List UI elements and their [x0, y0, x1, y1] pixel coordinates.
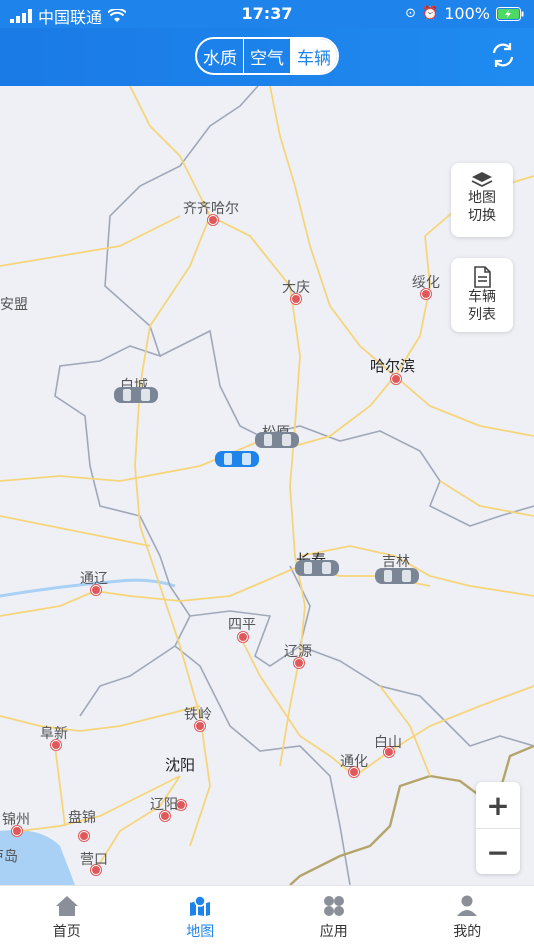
segment-water[interactable]: 水质: [197, 39, 244, 73]
zoom-controls: + −: [476, 782, 520, 874]
map-layer-switch-button[interactable]: 地图 切换: [451, 163, 513, 237]
city-label: 白山: [374, 732, 402, 752]
zoom-out-button[interactable]: −: [476, 829, 520, 875]
battery-percent: 100%: [444, 4, 490, 23]
city-label: 辽源: [284, 641, 312, 661]
city-label: 大庆: [282, 277, 310, 297]
city-label: 营口: [80, 849, 108, 869]
refresh-icon[interactable]: [488, 40, 518, 70]
battery-icon: [496, 7, 524, 21]
vehicle-list-line2: 列表: [468, 306, 496, 324]
city-label: 四平: [228, 614, 256, 634]
zoom-in-button[interactable]: +: [476, 782, 520, 829]
vehicle-marker[interactable]: [113, 385, 159, 405]
map-icon: [188, 895, 212, 917]
tab-apps[interactable]: 应用: [267, 886, 401, 951]
city-label: 哈尔滨: [370, 355, 415, 376]
bottom-tab-bar: 首页 地图 应用 我的: [0, 885, 534, 951]
city-label: 芦岛: [0, 846, 18, 866]
layer-switch-line1: 地图: [468, 189, 496, 207]
city-label: 铁岭: [184, 704, 212, 724]
status-bar: 中国联通 17:37 ⊙ ⏰ 100%: [0, 0, 534, 28]
city-label: 阜新: [40, 723, 68, 743]
layers-icon: [471, 171, 493, 189]
tab-label: 我的: [453, 921, 481, 941]
category-segmented-control: 水质 空气 车辆: [195, 37, 339, 75]
city-label: 辽阳: [150, 794, 178, 814]
tab-label: 地图: [186, 921, 214, 941]
status-right: ⊙ ⏰ 100%: [405, 4, 524, 23]
city-label: 盘锦: [68, 807, 96, 827]
city-label: 绥化: [412, 272, 440, 292]
alarm-icon: ⏰: [422, 6, 438, 21]
vehicle-marker[interactable]: [294, 558, 340, 578]
city-dot: [79, 831, 89, 841]
tab-label: 首页: [53, 921, 81, 941]
map-view[interactable]: 齐齐哈尔 大庆 绥化 哈尔滨 白城 松原 长春 吉林 通辽 四平 辽源 铁岭 沈…: [0, 86, 534, 885]
tab-home[interactable]: 首页: [0, 886, 134, 951]
document-list-icon: [472, 266, 492, 288]
vehicle-marker-active[interactable]: [214, 449, 260, 469]
orientation-lock-icon: ⊙: [405, 6, 416, 21]
segment-air[interactable]: 空气: [244, 39, 291, 73]
apps-icon: [322, 895, 346, 917]
city-label: 锦州: [2, 809, 30, 829]
vehicle-marker[interactable]: [254, 430, 300, 450]
layer-switch-line2: 切换: [468, 207, 496, 225]
city-label: 通辽: [80, 568, 108, 588]
segment-vehicle[interactable]: 车辆: [291, 39, 337, 73]
tab-map[interactable]: 地图: [134, 886, 268, 951]
app-header: 水质 空气 车辆: [0, 28, 534, 86]
city-label: 沈阳: [165, 754, 195, 775]
profile-icon: [455, 895, 479, 917]
tab-label: 应用: [320, 921, 348, 941]
tab-profile[interactable]: 我的: [401, 886, 534, 951]
vehicle-list-button[interactable]: 车辆 列表: [451, 258, 513, 332]
city-label: 通化: [340, 751, 368, 771]
home-icon: [55, 895, 79, 917]
vehicle-marker[interactable]: [374, 566, 420, 586]
city-label: 兴安盟: [0, 294, 28, 314]
vehicle-list-line1: 车辆: [468, 288, 496, 306]
city-label: 齐齐哈尔: [183, 198, 239, 218]
